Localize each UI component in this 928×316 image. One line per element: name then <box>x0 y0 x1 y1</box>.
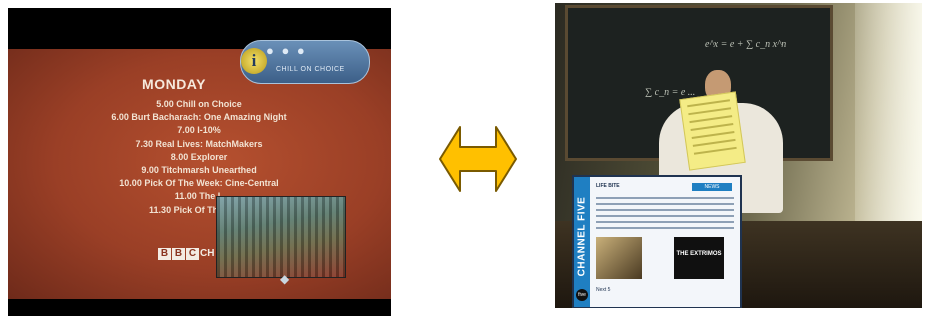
channel-suffix: CH <box>200 248 215 259</box>
schedule-item: 8.00 Explorer <box>170 151 228 162</box>
left-tv-screen: i ● ● ● CHILL ON CHOICE MONDAY 5.00 Chil… <box>8 8 391 316</box>
chalk-equation: ∑ c_n = e ... <box>645 87 696 98</box>
teletext-header: LIFE BITE <box>596 183 620 189</box>
bbc-logo-letter: B <box>172 248 185 260</box>
schedule-item: 7.30 Real Lives: MatchMakers <box>135 138 263 149</box>
day-title: MONDAY <box>142 76 206 92</box>
bbc-logo-letter: C <box>186 248 199 260</box>
swap-arrow-icon <box>439 126 517 192</box>
held-paper <box>679 91 746 171</box>
swap-arrow-shape <box>439 126 517 192</box>
teletext-footer: Next 5 <box>596 287 611 293</box>
right-tv-screen: e^x = e + ∑ c_n x^n ∑ c_n = e ... CHANNE… <box>555 3 922 308</box>
teletext-tag: NEWS <box>692 183 732 191</box>
schedule-item: 6.00 Burt Bacharach: One Amazing Night <box>111 112 287 123</box>
bbc-logo: B B C <box>158 248 199 260</box>
schedule-item: 10.00 Pick Of The Week: Cine-Central <box>119 178 279 189</box>
logo-label: CHILL ON CHOICE <box>276 66 345 73</box>
teletext-text-lines <box>596 197 734 233</box>
picture-in-picture-video[interactable] <box>216 196 346 278</box>
teletext-side-label: CHANNEL FIVE <box>576 196 588 277</box>
teletext-thumbnail-title[interactable]: THE EXTRIMOS <box>674 237 724 279</box>
pip-marker-icon: ◆ <box>280 272 290 286</box>
channel-five-badge: five <box>576 289 588 301</box>
chalk-equation: e^x = e + ∑ c_n x^n <box>705 39 787 50</box>
teletext-thumbnail[interactable] <box>596 237 642 279</box>
teletext-overlay[interactable]: CHANNEL FIVE LIFE BITE NEWS THE EXTRIMOS… <box>572 175 742 308</box>
schedule-item: 7.00 I-10% <box>177 125 221 136</box>
info-icon: i <box>241 48 267 74</box>
teletext-sidebar: CHANNEL FIVE <box>574 177 590 307</box>
bbc-logo-letter: B <box>158 248 171 260</box>
dots-icon: ● ● ● <box>266 43 307 58</box>
schedule-item: 9.00 Titchmarsh Unearthed <box>141 165 257 176</box>
schedule-item: 5.00 Chill on Choice <box>156 99 242 109</box>
